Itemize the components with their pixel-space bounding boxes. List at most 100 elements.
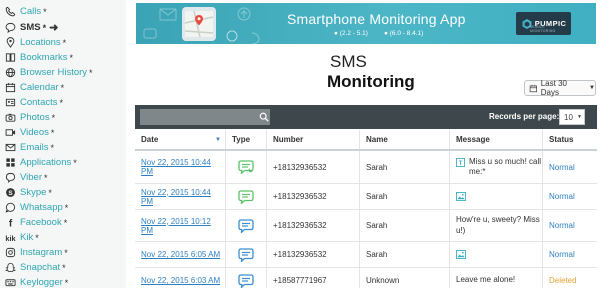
status-text: Normal — [549, 192, 575, 201]
sidebar-item-kik[interactable]: kik Kik * — [4, 230, 39, 245]
sidebar-item-videos[interactable]: Videos * — [4, 125, 54, 140]
type-cell — [226, 151, 267, 183]
sidebar-item-label: Applications — [20, 157, 72, 168]
sidebar-item-bookmarks[interactable]: Bookmarks * — [4, 50, 73, 65]
sidebar-item-label: Viber — [20, 172, 43, 183]
incoming-sms-icon — [238, 160, 254, 174]
globe-icon — [4, 67, 16, 79]
type-cell — [226, 242, 267, 267]
column-header-number[interactable]: Number — [267, 130, 360, 149]
table-row[interactable]: Nov 22, 2015 10:44 PM +18132936532 Sarah… — [135, 151, 597, 184]
kik-icon: kik — [4, 232, 16, 244]
column-header-status[interactable]: Status — [543, 130, 597, 149]
sidebar-item-label: Locations — [20, 37, 61, 48]
date-link[interactable]: Nov 22, 2015 10:44 PM — [141, 158, 225, 176]
sidebar-item-star: * — [50, 142, 55, 153]
number-cell: +18132936532 — [267, 184, 360, 209]
sidebar-item-calendar[interactable]: Calendar * — [4, 80, 64, 95]
sidebar-item-keylogger[interactable]: Keylogger * — [4, 275, 68, 288]
sort-desc-icon: ▼ — [215, 136, 221, 143]
sidebar-item-star: * — [48, 187, 52, 198]
sidebar-item-star: * — [62, 262, 66, 273]
sidebar-item-label: SMS — [20, 22, 41, 33]
date-cell: Nov 22, 2015 6:03 AM — [135, 268, 226, 288]
sidebar-item-label: Contacts — [20, 97, 58, 108]
sidebar-item-skype[interactable]: S Skype * — [4, 185, 52, 200]
phone-map-illustration — [143, 7, 260, 44]
sidebar-item-emails[interactable]: Emails * — [4, 140, 54, 155]
date-range-dropdown[interactable]: Last 30 Days ▼ — [524, 79, 596, 97]
date-link[interactable]: Nov 22, 2015 6:03 AM — [141, 276, 220, 285]
table-row[interactable]: Nov 22, 2015 10:44 PM +18132936532 Sarah… — [135, 184, 597, 210]
android-version-text: (2.2 - 5.1) — [339, 30, 368, 37]
sidebar-item-applications[interactable]: Applications * — [4, 155, 77, 170]
status-text: Normal — [549, 221, 575, 230]
chevron-down-icon: ▼ — [577, 114, 582, 120]
date-link[interactable]: Nov 22, 2015 10:12 PM — [141, 217, 225, 235]
table-row[interactable]: Nov 22, 2015 6:03 AM +18587771967 Unknow… — [135, 268, 597, 288]
number-cell: +18587771967 — [267, 268, 360, 288]
date-cell: Nov 22, 2015 10:12 PM — [135, 210, 226, 241]
column-header-date[interactable]: Date ▼ — [135, 130, 226, 149]
svg-text:S: S — [8, 190, 13, 197]
image-attachment-icon[interactable] — [456, 192, 466, 201]
page-subtitle: SMS — [330, 52, 367, 71]
search-icon[interactable] — [259, 112, 269, 122]
snapchat-icon — [4, 262, 16, 274]
sidebar-item-browser-history[interactable]: Browser History * — [4, 65, 93, 80]
sidebar-item-viber[interactable]: Viber * — [4, 170, 48, 185]
status-text: Normal — [549, 250, 575, 259]
message-cell — [450, 242, 543, 267]
envelope-icon — [4, 142, 16, 154]
search-input[interactable] — [140, 109, 270, 125]
sidebar-item-facebook[interactable]: f Facebook * — [4, 215, 67, 230]
sidebar-item-whatsapp[interactable]: Whatsapp * — [4, 200, 68, 215]
sidebar-item-photos[interactable]: Photos * — [4, 110, 55, 125]
text-attachment-icon[interactable]: T — [456, 157, 465, 167]
table-row[interactable]: Nov 22, 2015 10:12 PM +18132936532 Sarah… — [135, 210, 597, 242]
pumpic-logo: PUMPIC MOBILE MONITORING — [516, 12, 571, 35]
table-row[interactable]: Nov 22, 2015 6:05 AM +18132936532 Sarah … — [135, 242, 597, 268]
video-icon — [4, 127, 16, 139]
date-link[interactable]: Nov 22, 2015 10:44 PM — [141, 188, 225, 206]
sidebar-item-star: * — [64, 202, 69, 213]
column-header-message[interactable]: Message — [450, 130, 543, 149]
ios-version-text: (6.0 - 8.4.1) — [389, 30, 424, 37]
message-text: How're u, sweety? Miss u!) — [450, 210, 543, 241]
sidebar-item-snapchat[interactable]: Snapchat * — [4, 260, 66, 275]
sidebar-item-locations[interactable]: Locations * — [4, 35, 66, 50]
column-header-name[interactable]: Name — [360, 130, 450, 149]
sidebar-item-star: * — [73, 157, 77, 168]
chat-bubble-icon — [4, 22, 16, 34]
sidebar-item-star: * — [69, 52, 74, 63]
sidebar-item-label: Keylogger — [20, 277, 63, 288]
image-attachment-icon[interactable] — [456, 250, 466, 259]
sidebar-item-contacts[interactable]: Contacts * — [4, 95, 63, 110]
sidebar-item-star: * — [43, 6, 47, 17]
sidebar-item-label: Photos — [20, 112, 50, 123]
whatsapp-icon — [4, 202, 16, 214]
sidebar-item-calls[interactable]: Calls * — [4, 4, 47, 19]
sidebar-item-instagram[interactable]: Instagram * — [4, 245, 68, 260]
message-cell: T Miss u so much! call me:* — [450, 151, 543, 183]
name-cell: Sarah — [360, 210, 450, 241]
column-header-type[interactable]: Type — [226, 130, 267, 149]
records-per-page-value: 10 — [564, 112, 573, 122]
name-cell: Unknown — [360, 268, 450, 288]
sidebar-item-label: Videos — [20, 127, 49, 138]
date-link[interactable]: Nov 22, 2015 6:05 AM — [141, 250, 220, 259]
promo-banner[interactable]: Smartphone Monitoring App ● (2.2 - 5.1) … — [136, 3, 596, 44]
table-header: Date ▼ Type Number Name Message Status — [135, 130, 597, 151]
logo-subtext: MOBILE MONITORING — [530, 25, 556, 33]
sidebar-item-label: Instagram — [20, 247, 63, 258]
outgoing-sms-icon — [238, 273, 254, 288]
records-per-page-select[interactable]: 10 ▼ — [559, 109, 585, 125]
active-arrow-icon: ➜ — [49, 21, 59, 34]
chevron-down-icon: ▼ — [589, 85, 595, 91]
sidebar-item-star: * — [64, 247, 68, 258]
contact-card-icon — [4, 97, 16, 109]
sidebar-item-star: * — [64, 277, 69, 288]
sidebar-item-star: * — [89, 67, 93, 78]
sidebar-item-star: * — [63, 217, 68, 228]
sidebar-item-sms[interactable]: SMS * ➜ — [4, 20, 58, 35]
